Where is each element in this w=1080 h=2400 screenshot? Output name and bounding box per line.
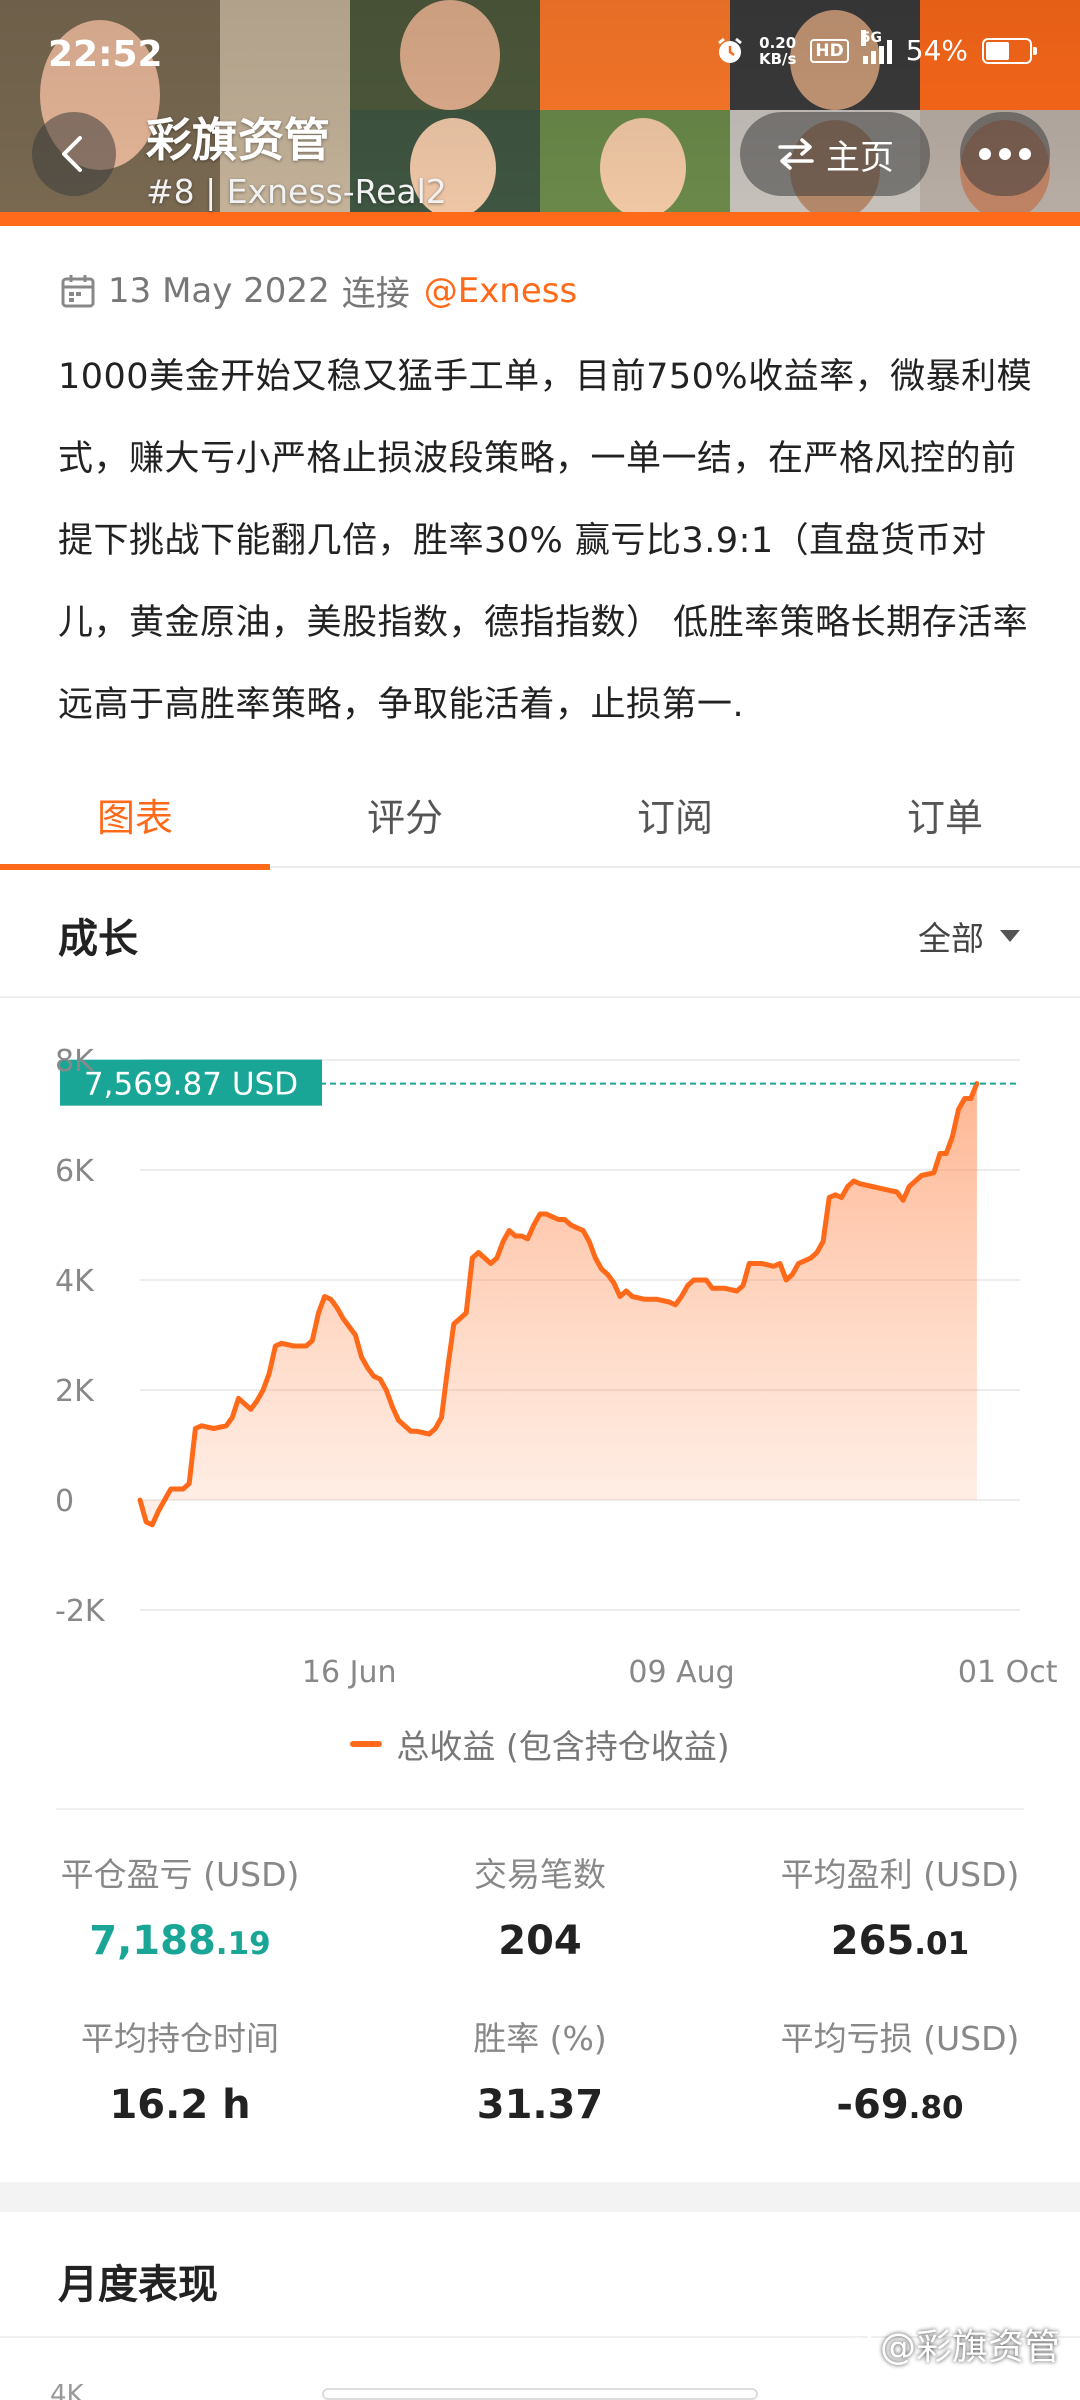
tab-bar: 图表 评分 订阅 订单 <box>0 760 1080 870</box>
status-icons: 0.20 KB/s HD 5G 54% <box>715 29 1037 67</box>
alarm-icon <box>718 37 742 63</box>
stat-label: 交易笔数 <box>474 1855 606 1894</box>
network-type: 5G <box>860 29 882 46</box>
section-separator <box>0 2182 1080 2212</box>
x-tick-label: 01 Oct <box>958 1655 1058 1690</box>
growth-title: 成长 <box>58 916 138 962</box>
section-divider <box>0 996 1080 998</box>
tab-orders[interactable]: 订单 <box>810 760 1080 868</box>
account-subtitle: #8 | Exness-Real2 <box>146 172 447 211</box>
connection-info: 13 May 2022 连接 @Exness <box>60 266 577 315</box>
chevron-left-icon <box>62 136 82 172</box>
tab-rating[interactable]: 评分 <box>270 760 540 868</box>
battery-level <box>986 41 1009 60</box>
stat-trade-count: 交易笔数 204 <box>360 1848 720 1964</box>
monthly-axis-tick: 4K <box>50 2380 84 2400</box>
watermark-text: @彩旗资管 <box>879 2327 1060 2368</box>
legend-divider <box>56 1808 1024 1810</box>
tab-chart[interactable]: 图表 <box>0 760 270 870</box>
scroll-indicator[interactable] <box>322 2388 758 2400</box>
page-title: 彩旗资管 <box>146 113 330 167</box>
stat-value: 7,188.19 <box>89 1918 271 1964</box>
home-button[interactable]: 主页 <box>740 112 930 196</box>
stat-value: -69.80 <box>836 2082 964 2128</box>
watermark: @彩旗资管 <box>844 2318 1060 2370</box>
net-speed-unit: KB/s <box>758 49 797 68</box>
broker-link[interactable]: @Exness <box>424 271 578 311</box>
calendar-icon <box>61 274 95 307</box>
stat-closed-pnl: 平仓盈亏 (USD) 7,188.19 <box>0 1848 360 1964</box>
connect-date: 13 May 2022 <box>108 270 330 311</box>
signal-icon: 5G <box>860 29 892 64</box>
header-accent-bar <box>0 212 1080 226</box>
net-speed: 0.20 KB/s <box>759 35 796 67</box>
strategy-description: 1000美金开始又稳又猛手工单，目前750%收益率，微暴利模式，赚大亏小严格止损… <box>58 357 1033 725</box>
stat-avg-loss: 平均亏损 (USD) -69.80 <box>720 2012 1080 2128</box>
monthly-performance-title: 月度表现 <box>58 2262 218 2308</box>
more-options-button[interactable] <box>960 112 1050 196</box>
stat-value: 31.37 <box>476 2082 604 2128</box>
stat-value: 204 <box>498 1918 582 1964</box>
y-tick-label: 8K <box>55 1044 95 1079</box>
caret-down-icon <box>1000 930 1020 942</box>
chart-legend: 总收益 (包含持仓收益) <box>0 1720 1080 1768</box>
y-tick-label: 0 <box>55 1484 74 1519</box>
tab-subscribe[interactable]: 订阅 <box>540 760 810 868</box>
stat-label: 平均持仓时间 <box>81 2019 279 2058</box>
stat-label: 平均盈利 (USD) <box>780 1855 1020 1894</box>
stat-label: 平均亏损 (USD) <box>780 2019 1020 2058</box>
stat-value: 265.01 <box>830 1918 970 1964</box>
x-tick-label: 16 Jun <box>302 1655 397 1690</box>
legend-label: 总收益 (包含持仓收益) <box>396 1727 730 1766</box>
battery-icon <box>982 37 1037 64</box>
y-tick-label: -2K <box>55 1594 106 1629</box>
x-tick-label: 09 Aug <box>628 1655 734 1690</box>
stat-avg-hold-time: 平均持仓时间 16.2 h <box>0 2012 360 2128</box>
more-dots-icon <box>979 148 991 160</box>
y-tick-label: 4K <box>55 1264 95 1299</box>
profile-header: 22:52 0.20 KB/s HD 5G 54% 彩旗资管 #8 | Exne… <box>0 0 1080 226</box>
home-button-label: 主页 <box>826 137 894 178</box>
stat-value: 16.2 h <box>109 2082 251 2128</box>
stat-label: 平仓盈亏 (USD) <box>60 1855 300 1894</box>
battery-percent: 54% <box>905 34 968 67</box>
stat-label: 胜率 (%) <box>473 2019 607 2058</box>
status-time: 22:52 <box>48 34 163 75</box>
legend-swatch <box>350 1741 383 1747</box>
stat-avg-profit: 平均盈利 (USD) 265.01 <box>720 1848 1080 1964</box>
growth-chart-svg: 7,569.87 USD 8K 6K 4K 2K 0 -2K 16 Jun 09 Aug 01 … <box>55 1044 1058 1690</box>
connect-label: 连接 <box>341 274 410 314</box>
y-tick-label: 2K <box>55 1374 95 1409</box>
net-speed-value: 0.20 <box>759 33 797 52</box>
series-area <box>140 1083 977 1525</box>
hd-icon: HD <box>810 38 849 63</box>
y-tick-label: 6K <box>55 1154 95 1189</box>
back-button[interactable] <box>32 112 116 196</box>
period-dropdown-value: 全部 <box>918 919 984 958</box>
growth-chart[interactable]: 7,569.87 USD 8K 6K 4K 2K 0 -2K 16 Jun 09 Aug 01 … <box>0 1040 1080 1690</box>
stat-win-rate: 胜率 (%) 31.37 <box>360 2012 720 2128</box>
current-value-label: 7,569.87 USD <box>84 1067 298 1103</box>
period-dropdown[interactable]: 全部 <box>918 912 1022 960</box>
weibo-icon <box>845 2331 872 2357</box>
swap-icon <box>778 138 814 170</box>
